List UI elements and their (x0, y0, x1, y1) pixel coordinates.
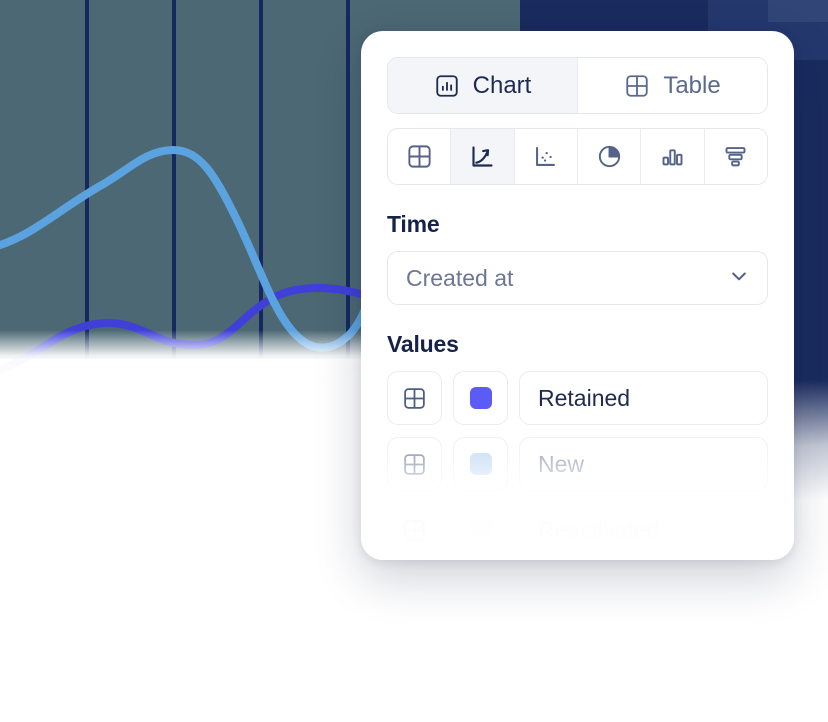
chart-type-line-chart-icon[interactable] (450, 129, 514, 184)
color-swatch (469, 519, 492, 541)
value-color-swatch-button[interactable] (453, 437, 508, 491)
chart-type-funnel-chart-icon[interactable] (703, 129, 767, 184)
color-swatch (469, 453, 492, 475)
value-name-input[interactable]: Retained (519, 371, 768, 425)
tab-table[interactable]: Table (577, 58, 767, 113)
chart-type-scatter-chart-icon[interactable] (513, 129, 577, 184)
table-grid-icon (624, 73, 650, 99)
chart-config-card: Chart Table Time Created at Values Retai… (361, 31, 794, 560)
chart-type-bar-chart-icon[interactable] (640, 129, 704, 184)
chart-type-table-grid-icon[interactable] (388, 129, 451, 184)
values-section-title: Values (387, 331, 459, 357)
chart-type-toolbar (387, 128, 768, 185)
value-row-new: New (387, 437, 768, 491)
value-row-reactivated: Reactivated (387, 503, 768, 557)
value-source-table-grid-icon[interactable] (387, 371, 442, 425)
tab-chart-label: Chart (472, 71, 532, 99)
value-row-retained: Retained (387, 371, 768, 425)
color-swatch (469, 387, 492, 409)
time-section-title: Time (387, 211, 440, 237)
value-color-swatch-button[interactable] (453, 503, 508, 557)
chart-type-pie-chart-icon[interactable] (576, 129, 641, 184)
screenshot-stage: Chart Table Time Created at Values Retai… (0, 0, 828, 722)
chevron-down-icon (729, 266, 749, 291)
value-name-text: Retained (538, 384, 631, 411)
value-name-input[interactable]: Reactivated (519, 503, 768, 557)
view-mode-segmented-control: Chart Table (387, 57, 768, 114)
chart-square-icon (434, 73, 460, 99)
tab-chart[interactable]: Chart (388, 58, 577, 113)
time-field-value: Created at (406, 264, 514, 291)
value-color-swatch-button[interactable] (453, 371, 508, 425)
value-name-text: New (538, 450, 585, 477)
value-source-table-grid-icon[interactable] (387, 503, 442, 557)
time-field-select[interactable]: Created at (387, 251, 768, 305)
value-name-input[interactable]: New (519, 437, 768, 491)
tab-table-label: Table (663, 71, 721, 99)
value-name-text: Reactivated (538, 516, 660, 543)
value-source-table-grid-icon[interactable] (387, 437, 442, 491)
